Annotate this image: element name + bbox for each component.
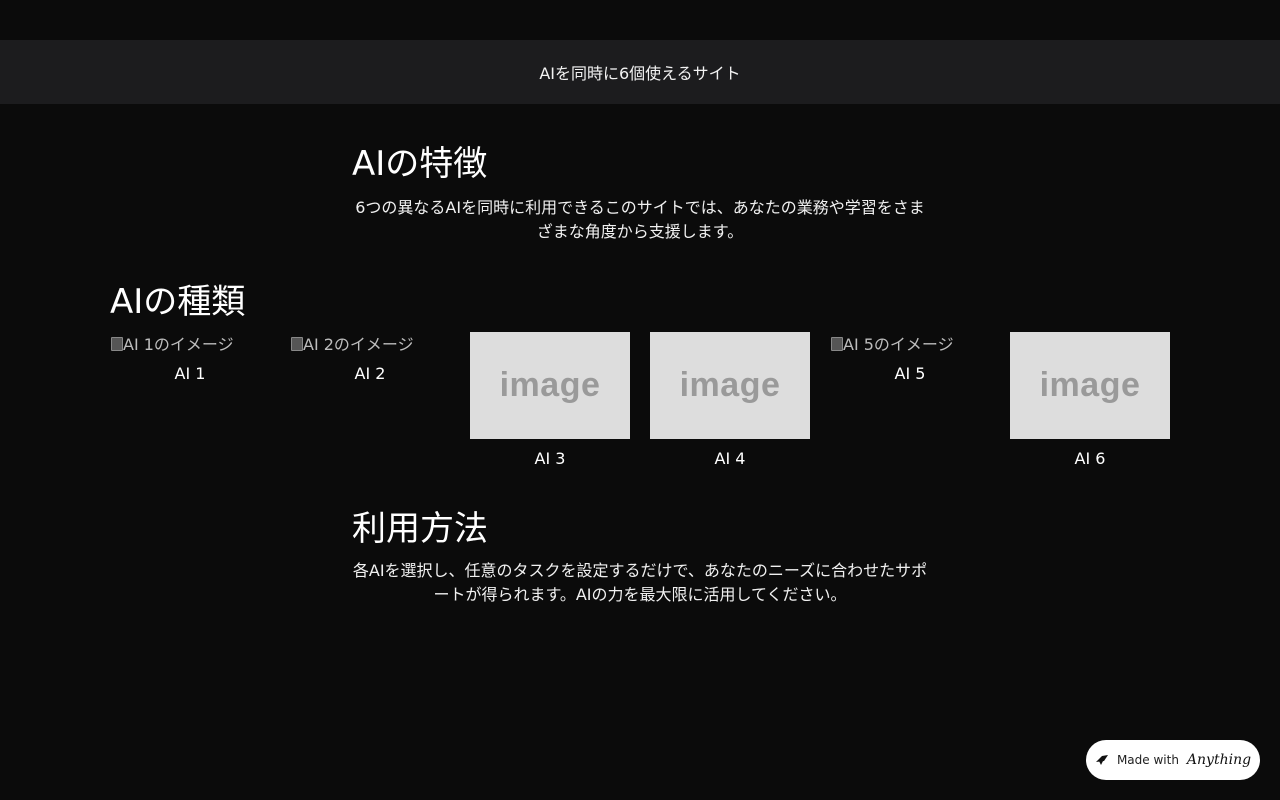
ai-card-3: image AI 3 bbox=[470, 332, 630, 469]
ai-4-label: AI 4 bbox=[714, 449, 746, 468]
features-description: 6つの異なるAIを同時に利用できるこのサイトでは、あなたの業務や学習をさまざまな… bbox=[355, 198, 925, 241]
ai-4-image-placeholder: image bbox=[650, 332, 810, 439]
usage-heading: 利用方法 bbox=[352, 509, 488, 549]
ai-card-5: AI 5のイメージ AI 5 bbox=[830, 332, 990, 384]
made-with-text: Made with bbox=[1116, 753, 1179, 767]
anything-logo-icon bbox=[1095, 755, 1108, 765]
site-title: AIを同時に6個使えるサイト bbox=[539, 64, 741, 83]
ai-5-image-alt: AI 5のイメージ bbox=[843, 335, 954, 354]
ai-2-image-alt: AI 2のイメージ bbox=[303, 335, 414, 354]
ai-types-heading: AIの種類 bbox=[110, 282, 246, 322]
ai-3-image-placeholder: image bbox=[470, 332, 630, 439]
ai-5-label: AI 5 bbox=[894, 364, 926, 383]
brand-name: Anything bbox=[1186, 752, 1252, 768]
ai-1-image-alt: AI 1のイメージ bbox=[123, 335, 234, 354]
ai-6-image-placeholder: image bbox=[1010, 332, 1170, 439]
ai-6-label: AI 6 bbox=[1074, 449, 1106, 468]
broken-image-icon bbox=[110, 336, 123, 351]
ai-2-label: AI 2 bbox=[354, 364, 386, 383]
ai-2-broken-image: AI 2のイメージ bbox=[290, 332, 450, 354]
features-heading: AIの特徴 bbox=[352, 144, 488, 184]
ai-card-6: image AI 6 bbox=[1010, 332, 1170, 469]
ai-card-2: AI 2のイメージ AI 2 bbox=[290, 332, 450, 384]
broken-image-icon bbox=[290, 336, 303, 351]
ai-1-label: AI 1 bbox=[174, 364, 206, 383]
broken-image-icon bbox=[830, 336, 843, 351]
ai-3-label: AI 3 bbox=[534, 449, 566, 468]
made-with-anything-badge[interactable]: Made with Anything bbox=[1086, 740, 1260, 780]
ai-card-1: AI 1のイメージ AI 1 bbox=[110, 332, 270, 384]
site-header: AIを同時に6個使えるサイト bbox=[0, 40, 1280, 104]
ai-5-broken-image: AI 5のイメージ bbox=[830, 332, 990, 354]
ai-1-broken-image: AI 1のイメージ bbox=[110, 332, 270, 354]
usage-description: 各AIを選択し、任意のタスクを設定するだけで、あなたのニーズに合わせたサポートが… bbox=[352, 561, 928, 604]
ai-card-4: image AI 4 bbox=[650, 332, 810, 469]
